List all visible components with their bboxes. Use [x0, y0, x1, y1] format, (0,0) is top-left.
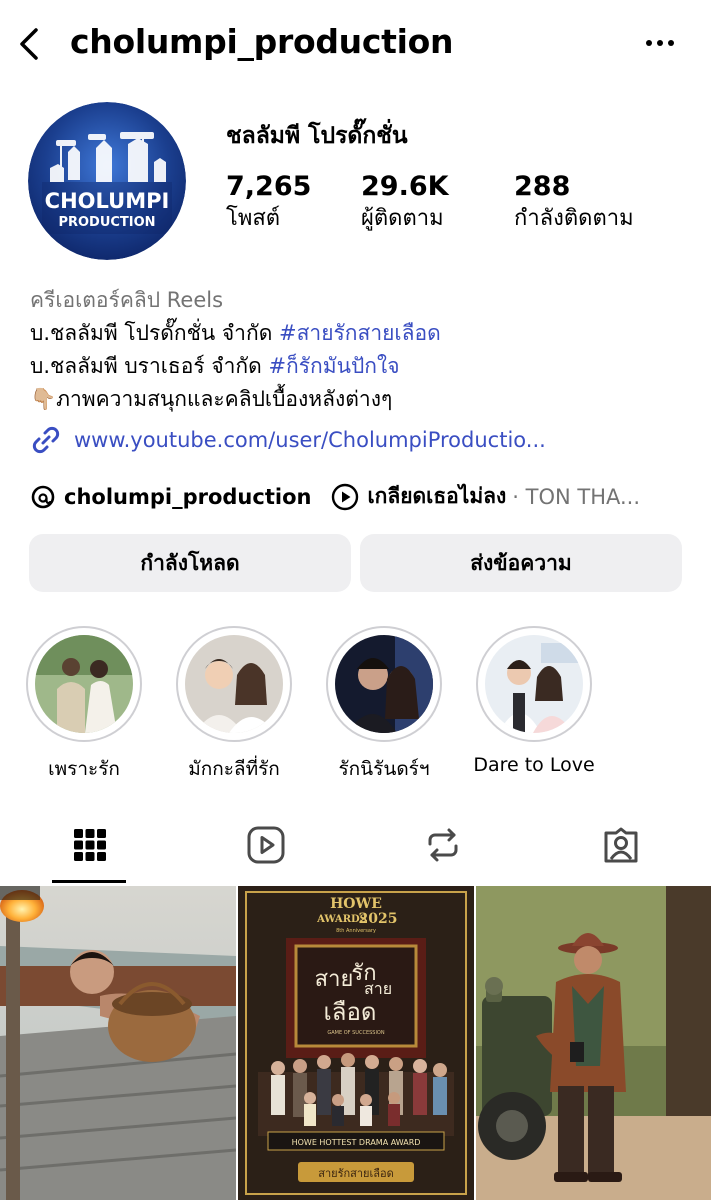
followers-count: 29.6K: [361, 171, 449, 202]
svg-text:CHOLUMPI: CHOLUMPI: [45, 189, 170, 213]
story-highlight[interactable]: Dare to Love: [473, 626, 595, 776]
svg-text:สายรักสายเลือด: สายรักสายเลือด: [318, 1167, 394, 1180]
svg-text:GAME OF SUCCESSION: GAME OF SUCCESSION: [327, 1030, 384, 1036]
grid-icon: [74, 829, 106, 861]
repost-icon: [428, 828, 458, 862]
story-highlight[interactable]: เพราะรัก: [26, 626, 142, 784]
posts-label: โพสต์: [226, 206, 281, 231]
highlight-label: รักนิรันดร์ฯ: [338, 758, 430, 780]
pointing-down-emoji-icon: 👇🏼: [30, 387, 57, 411]
highlight-cover: [185, 635, 283, 733]
post-thumbnail[interactable]: [476, 886, 711, 1200]
highlight-cover: [485, 635, 583, 733]
more-options-button[interactable]: [640, 28, 680, 58]
back-button[interactable]: [14, 26, 44, 62]
posts-count: 7,265: [226, 171, 312, 202]
profile-avatar[interactable]: CHOLUMPI PRODUCTION: [28, 102, 186, 260]
tab-tagged[interactable]: [583, 822, 659, 868]
message-button[interactable]: ส่งข้อความ: [360, 534, 682, 592]
profile-category: ครีเอเตอร์คลิป Reels: [30, 288, 224, 312]
music-artist: · TON THA...: [512, 484, 641, 509]
threads-username[interactable]: cholumpi_production: [64, 485, 311, 509]
tab-reels[interactable]: [228, 822, 304, 868]
tagged-icon: [604, 827, 638, 863]
profile-display-name: ชลลัมพี โปรดั๊กชั่น: [226, 123, 408, 149]
story-highlight[interactable]: รักนิรันดร์ฯ: [326, 626, 442, 784]
svg-text:สาย: สาย: [364, 979, 392, 998]
svg-text:PRODUCTION: PRODUCTION: [58, 215, 155, 230]
following-label: กำลังติดตาม: [514, 206, 634, 231]
bio-line-2: บ.ชลลัมพี บราเธอร์ จำกัด #ก็รักมันปักใจ: [30, 354, 400, 378]
story-highlight[interactable]: มักกะลีที่รัก: [176, 626, 292, 784]
svg-text:8th Anniversary: 8th Anniversary: [336, 928, 376, 934]
svg-text:HOWE HOTTEST DRAMA AWARD: HOWE HOTTEST DRAMA AWARD: [292, 1138, 421, 1147]
stat-followers[interactable]: 29.6K ผู้ติดตาม: [361, 170, 449, 234]
link-icon: [32, 426, 60, 454]
reels-icon: [247, 826, 285, 864]
stat-following[interactable]: 288 กำลังติดตาม: [514, 170, 634, 234]
highlight-label: มักกะลีที่รัก: [188, 758, 280, 780]
bio-line-1: บ.ชลลัมพี โปรดั๊กชั่น จำกัด #สายรักสายเล…: [30, 321, 441, 345]
active-tab-indicator: [52, 880, 126, 883]
profile-website-link[interactable]: www.youtube.com/user/CholumpiProductio..…: [30, 424, 546, 456]
hashtag-link[interactable]: #ก็รักมันปักใจ: [268, 354, 399, 378]
highlight-label: เพราะรัก: [48, 758, 120, 780]
highlight-cover: [335, 635, 433, 733]
followers-label: ผู้ติดตาม: [361, 206, 444, 231]
website-url[interactable]: www.youtube.com/user/CholumpiProductio..…: [74, 428, 546, 452]
hashtag-link[interactable]: #สายรักสายเลือด: [279, 321, 441, 345]
highlight-cover: [35, 635, 133, 733]
bio-line-3: 👇🏼ภาพความสนุกและคลิปเบื้องหลังต่างๆ: [30, 387, 393, 411]
profile-bio: ครีเอเตอร์คลิป Reels บ.ชลลัมพี โปรดั๊กชั…: [30, 284, 700, 416]
play-circle-icon[interactable]: [331, 483, 359, 511]
stat-posts: 7,265 โพสต์: [226, 170, 311, 234]
highlight-label: Dare to Love: [473, 754, 595, 776]
following-count: 288: [514, 171, 571, 202]
more-horizontal-icon: [646, 40, 652, 46]
chevron-left-icon: [20, 28, 38, 60]
tab-posts[interactable]: [52, 822, 128, 868]
svg-text:HOWE: HOWE: [330, 896, 382, 912]
svg-text:สาย: สาย: [315, 967, 354, 992]
svg-text:2025: 2025: [359, 911, 398, 927]
svg-text:เลือด: เลือด: [324, 998, 377, 1026]
threads-music-row: cholumpi_production เกลียดเธอไม่ลง · TON…: [30, 480, 710, 513]
threads-icon[interactable]: [30, 484, 56, 510]
music-song-title[interactable]: เกลียดเธอไม่ลง: [367, 480, 506, 513]
post-thumbnail[interactable]: HOWE AWARDS 2025 8th Anniversary สาย รัก…: [238, 886, 474, 1200]
post-thumbnail[interactable]: [0, 886, 236, 1200]
follow-button[interactable]: กำลังโหลด: [29, 534, 351, 592]
profile-username: cholumpi_production: [70, 22, 454, 61]
tab-reposts[interactable]: [405, 822, 481, 868]
